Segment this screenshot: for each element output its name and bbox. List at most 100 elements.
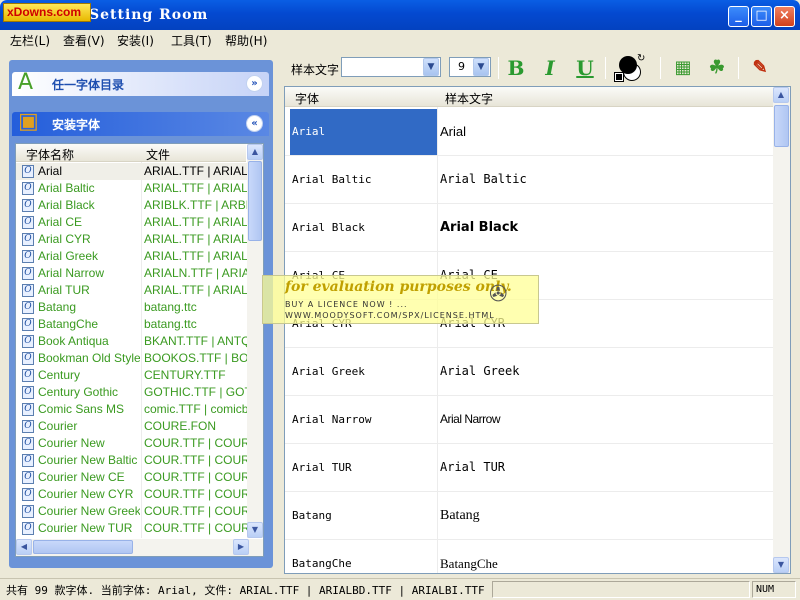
- chevron-down-icon[interactable]: ▼: [423, 58, 439, 76]
- font-list-item[interactable]: O Arial ARIAL.TTF | ARIALBD.TTF: [16, 163, 247, 180]
- scroll-down-button[interactable]: ▼: [773, 557, 789, 573]
- font-list-item[interactable]: O Courier New Greek COUR.TTF | COURBD.TTF: [16, 503, 247, 520]
- bold-icon[interactable]: B: [503, 55, 529, 81]
- preview-row[interactable]: Batang Batang: [285, 492, 774, 540]
- column-header-font-name[interactable]: 字体名称: [26, 146, 74, 163]
- menu-view[interactable]: 查看(V): [63, 32, 105, 49]
- scroll-left-button[interactable]: ◀: [16, 539, 32, 555]
- scroll-down-button[interactable]: ▼: [247, 522, 263, 538]
- font-file-icon: O: [22, 505, 34, 518]
- eraser-icon[interactable]: ✎: [747, 55, 773, 81]
- chevron-down-icon[interactable]: ▼: [473, 58, 489, 76]
- color-swap-icon[interactable]: ↻: [614, 53, 645, 83]
- preview-sample-text: Arial: [440, 124, 467, 139]
- font-list-item[interactable]: O Courier New COUR.TTF | COURBD.TTF: [16, 435, 247, 452]
- watermark-line2: BUY A LICENCE NOW ! ...: [285, 300, 408, 309]
- folder-section-header[interactable]: A 任一字体目录 »: [12, 70, 269, 96]
- scroll-right-button[interactable]: ▶: [233, 539, 249, 555]
- num-lock-indicator: NUM: [752, 581, 796, 598]
- scroll-thumb[interactable]: [774, 105, 789, 147]
- list-horizontal-scrollbar[interactable]: ◀ ▶: [16, 539, 263, 556]
- menu-install[interactable]: 安装(I): [117, 32, 154, 49]
- font-file-icon: O: [22, 335, 34, 348]
- chevron-up-icon[interactable]: «: [246, 115, 263, 132]
- preview-row[interactable]: Arial Greek Arial Greek: [285, 348, 774, 396]
- font-list-item[interactable]: O Courier New CYR COUR.TTF | COURBD.TTF: [16, 486, 247, 503]
- font-size-select[interactable]: 9 ▼: [449, 57, 491, 77]
- font-list-item[interactable]: O Arial TUR ARIAL.TTF | ARIALBD.TTF: [16, 282, 247, 299]
- font-list-item[interactable]: O Century Gothic GOTHIC.TTF | GOTHICB.TTF: [16, 384, 247, 401]
- column-header-font[interactable]: 字体: [295, 90, 319, 107]
- preview-row[interactable]: Arial TUR Arial TUR: [285, 444, 774, 492]
- font-name: Batang: [38, 300, 77, 314]
- menu-help[interactable]: 帮助(H): [225, 32, 267, 49]
- close-button[interactable]: ×: [774, 6, 795, 27]
- font-list-item[interactable]: O Arial CE ARIAL.TTF | ARIALBD.TTF: [16, 214, 247, 231]
- font-list-item[interactable]: O Arial Greek ARIAL.TTF | ARIALBD.TTF: [16, 248, 247, 265]
- underline-icon[interactable]: U: [572, 55, 598, 81]
- installed-section-header[interactable]: ▣ 安装字体 «: [12, 109, 269, 136]
- font-preview-table[interactable]: 字体 样本文字 Arial Arial Arial Baltic Arial Balt…: [284, 86, 791, 574]
- italic-icon[interactable]: I: [537, 55, 563, 81]
- font-list-item[interactable]: O Century CENTURY.TTF: [16, 367, 247, 384]
- scroll-up-button[interactable]: ▲: [773, 87, 789, 103]
- font-name: Courier New Baltic: [38, 453, 138, 467]
- preview-vertical-scrollbar[interactable]: ▲ ▼: [773, 87, 790, 573]
- font-list-item[interactable]: O BatangChe batang.ttc: [16, 316, 247, 333]
- font-name: Arial CE: [38, 215, 83, 229]
- preview-sample-text: Batang: [440, 508, 480, 523]
- font-name: Courier New Greek: [38, 504, 140, 518]
- column-header-file[interactable]: 文件: [146, 146, 170, 163]
- font-file: ARIAL.TTF | ARIALBD.TTF: [144, 283, 247, 297]
- leaf-icon[interactable]: ☘: [704, 55, 730, 81]
- scroll-thumb[interactable]: [248, 161, 262, 241]
- font-list-item[interactable]: O Arial Black ARIBLK.TTF | ARBLI_: [16, 197, 247, 214]
- font-list-item[interactable]: O Arial Narrow ARIALN.TTF | ARIALNB.TTF: [16, 265, 247, 282]
- toolbar: 样本文字 ▼ 9 ▼ B I U ↻ ▦ ☘ ✎: [281, 52, 800, 84]
- preview-row[interactable]: Arial Narrow Arial Narrow: [285, 396, 774, 444]
- grid-icon[interactable]: ▦: [670, 55, 696, 81]
- list-vertical-scrollbar[interactable]: ▲ ▼: [247, 144, 263, 538]
- minimize-button[interactable]: _: [728, 6, 749, 27]
- font-list-item[interactable]: O Book Antiqua BKANT.TTF | ANTQUAB.TTF: [16, 333, 247, 350]
- font-name: Arial CYR: [38, 232, 91, 246]
- sample-text-combobox[interactable]: ▼: [341, 57, 441, 77]
- font-list-item[interactable]: O Courier New TUR COUR.TTF | COURBD.TTF: [16, 520, 247, 537]
- watermark-line1: for evaluation purposes only.: [285, 279, 512, 295]
- scroll-up-button[interactable]: ▲: [247, 144, 263, 160]
- font-list-item[interactable]: O Arial Baltic ARIAL.TTF | ARIALBD.TTF: [16, 180, 247, 197]
- preview-font-name: Batang: [292, 509, 332, 522]
- preview-font-name: Arial Baltic: [292, 173, 372, 186]
- font-name: Arial Greek: [38, 249, 99, 263]
- menu-left-panel[interactable]: 左栏(L): [10, 32, 50, 49]
- preview-row[interactable]: BatangChe BatangChe: [285, 540, 774, 573]
- font-list-item[interactable]: O Bookman Old Style BOOKOS.TTF | BOOKOSB.T…: [16, 350, 247, 367]
- font-file-icon: O: [22, 454, 34, 467]
- font-name: Arial: [38, 164, 63, 178]
- chevron-down-icon[interactable]: »: [246, 75, 263, 92]
- installed-section-title: 安装字体: [52, 118, 101, 132]
- font-list-item[interactable]: O Courier New Baltic COUR.TTF | COURBD.TTF: [16, 452, 247, 469]
- font-file: batang.ttc: [144, 317, 197, 331]
- font-folder-icon: A: [18, 70, 34, 95]
- preview-header: 字体 样本文字: [285, 87, 774, 107]
- font-list-item[interactable]: O Batang batang.ttc: [16, 299, 247, 316]
- preview-row[interactable]: Arial Black Arial Black: [285, 204, 774, 252]
- installed-fonts-list[interactable]: 字体名称 文件 O Arial ARIAL.TTF | ARIALBD.TTF O Ar…: [15, 143, 264, 557]
- font-name: Courier: [38, 419, 78, 433]
- font-file: ARIAL.TTF | ARIALBD.TTF: [144, 249, 247, 263]
- menu-tools[interactable]: 工具(T): [171, 32, 212, 49]
- watermark-line3: WWW.MOODYSOFT.COM/SPX/LICENSE.HTML: [285, 311, 495, 320]
- maximize-button[interactable]: □: [751, 6, 772, 27]
- font-list-item[interactable]: O Courier COURE.FON: [16, 418, 247, 435]
- column-header-sample[interactable]: 样本文字: [445, 90, 493, 107]
- h-scroll-thumb[interactable]: [33, 540, 133, 554]
- font-list-item[interactable]: O Arial CYR ARIAL.TTF | ARIALBD.TTF: [16, 231, 247, 248]
- font-file: ARIAL.TTF | ARIALBD.TTF: [144, 232, 247, 246]
- font-list-item[interactable]: O Courier New CE COUR.TTF | COURBD.TTF: [16, 469, 247, 486]
- evaluation-watermark: for evaluation purposes only. BUY A LICE…: [262, 275, 539, 324]
- preview-row[interactable]: Arial Arial: [285, 108, 774, 156]
- font-list-item[interactable]: O Comic Sans MS comic.TTF | comicbd.TTF: [16, 401, 247, 418]
- preview-row[interactable]: Arial Baltic Arial Baltic: [285, 156, 774, 204]
- font-file: COUR.TTF | COURBD.TTF: [144, 453, 247, 467]
